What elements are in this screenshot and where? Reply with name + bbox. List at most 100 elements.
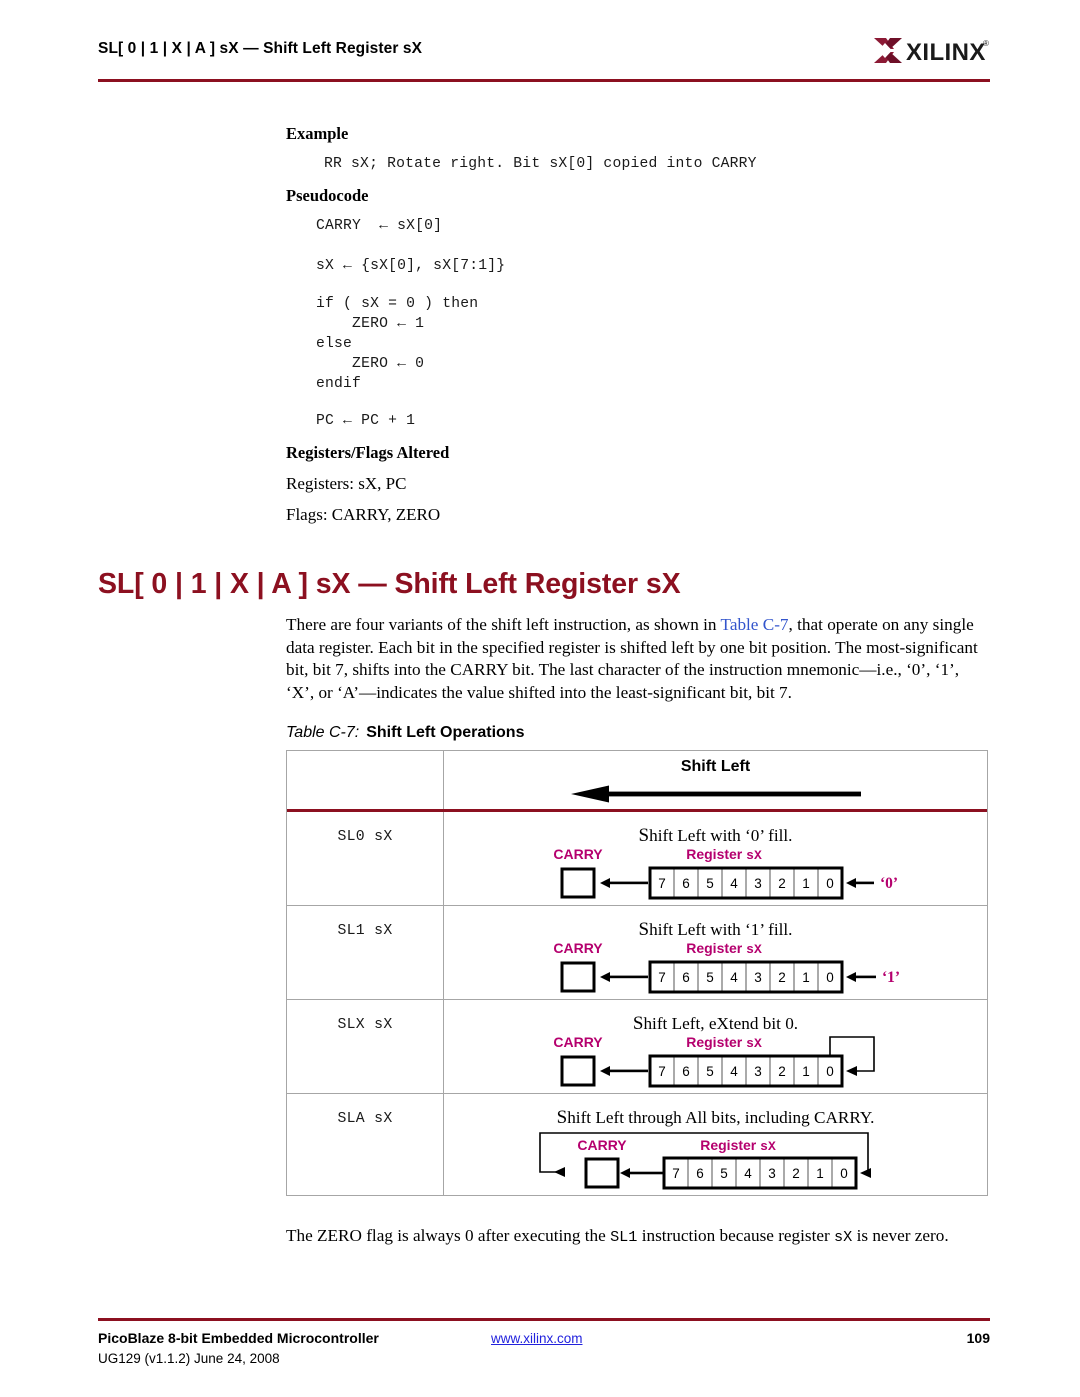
pseudocode-line-3: ZERO ← 1 [316, 316, 425, 332]
table-cell-mnemonic: SL0 sX [287, 812, 444, 905]
svg-text:5: 5 [706, 970, 714, 985]
svg-text:3: 3 [754, 876, 762, 891]
carry-label: CARRY [577, 1137, 627, 1153]
svg-text:3: 3 [768, 1166, 776, 1181]
svg-text:1: 1 [802, 876, 810, 891]
shift-left-operations-table: Shift Left SL0 sX Shift Left with ‘0’ fi… [286, 750, 988, 1196]
fill-label: ‘1’ [882, 969, 900, 986]
intro-paragraph: There are four variants of the shift lef… [286, 614, 990, 704]
svg-text:4: 4 [730, 876, 738, 891]
svg-text:5: 5 [720, 1166, 728, 1181]
desc-prefix: S [556, 1107, 568, 1128]
table-cell-operation: Shift Left with ‘0’ fill. CARRY Register… [444, 812, 987, 905]
svg-text:5: 5 [706, 876, 714, 891]
svg-text:0: 0 [826, 970, 834, 985]
footer-rule [98, 1318, 990, 1321]
pseudocode-heading: Pseudocode [286, 186, 369, 205]
note-text-2: instruction because register [637, 1226, 835, 1246]
svg-text:2: 2 [778, 1064, 786, 1079]
svg-text:2: 2 [778, 970, 786, 985]
table-row: SL1 sX Shift Left with ‘1’ fill. CARRY R… [287, 905, 987, 999]
svg-text:1: 1 [816, 1166, 824, 1181]
svg-text:4: 4 [730, 1064, 738, 1079]
svg-text:3: 3 [754, 970, 762, 985]
svg-text:6: 6 [682, 970, 690, 985]
mnemonic-sla: SLA sX [337, 1111, 393, 1127]
svg-text:0: 0 [840, 1166, 848, 1181]
carry-label: CARRY [553, 1034, 603, 1050]
table-header-cell-shift-left: Shift Left [444, 751, 987, 809]
page-footer: PicoBlaze 8-bit Embedded Microcontroller… [98, 1330, 990, 1376]
pseudocode-line-7: PC ← PC + 1 [316, 413, 416, 429]
svg-text:0: 0 [826, 1064, 834, 1079]
carry-label: CARRY [553, 940, 603, 956]
svg-text:7: 7 [658, 970, 666, 985]
zero-flag-note: The ZERO flag is always 0 after executin… [286, 1225, 990, 1249]
operation-description: Shift Left through All bits, including C… [444, 1107, 987, 1129]
header-rule [98, 79, 990, 82]
mnemonic-sl0: SL0 sX [337, 829, 393, 845]
register-diagram-sla: CARRY Register sX 7 6 5 4 3 2 1 0 [516, 1130, 916, 1196]
note-code-sl1: SL1 [610, 1228, 638, 1247]
operation-description: Shift Left with ‘0’ fill. [444, 825, 987, 847]
table-c7-link[interactable]: Table C-7 [721, 615, 789, 634]
table-header-row: Shift Left [287, 751, 987, 809]
header-title: SL[ 0 | 1 | X | A ] sX — Shift Left Regi… [98, 40, 423, 57]
footer-page-number: 109 [966, 1330, 990, 1346]
svg-text:6: 6 [682, 876, 690, 891]
desc-text: hift Left with ‘0’ fill. [649, 826, 793, 845]
xilinx-logo: XILINX ® [872, 34, 990, 68]
register-diagram-sl1: CARRY Register sX 7 6 5 4 3 2 1 0 ‘1’ [516, 939, 916, 1001]
footer-document-id: UG129 (v1.1.2) June 24, 2008 [98, 1351, 280, 1366]
table-row: SL0 sX Shift Left with ‘0’ fill. CARRY R… [287, 809, 987, 905]
operation-description: Shift Left, eXtend bit 0. [444, 1013, 987, 1035]
desc-prefix: S [632, 1013, 644, 1034]
svg-text:®: ® [983, 39, 989, 48]
svg-text:4: 4 [744, 1166, 752, 1181]
desc-text: hift Left through All bits, including CA… [567, 1108, 875, 1127]
register-label: Register sX [686, 846, 762, 863]
register-diagram-slx: CARRY Register sX 7 6 5 4 3 2 1 0 [516, 1033, 916, 1095]
intro-text-before: There are four variants of the shift lef… [286, 615, 721, 635]
shift-left-header-label: Shift Left [680, 758, 751, 775]
footer-url-link[interactable]: www.xilinx.com [491, 1331, 583, 1346]
registers-altered: Registers: sX, PC [286, 474, 407, 493]
mnemonic-slx: SLX sX [337, 1017, 393, 1033]
page-title: SL[ 0 | 1 | X | A ] sX — Shift Left Regi… [98, 568, 681, 601]
table-header-cell-blank [287, 751, 444, 809]
svg-text:7: 7 [658, 1064, 666, 1079]
register-diagram-sl0: CARRY Register sX 7 6 5 4 3 2 1 0 ‘0’ [516, 845, 916, 907]
table-row: SLA sX Shift Left through All bits, incl… [287, 1093, 987, 1195]
shift-left-arrow-icon [570, 785, 861, 803]
note-text-1: The ZERO flag is always 0 after executin… [286, 1226, 611, 1246]
svg-text:7: 7 [672, 1166, 680, 1181]
svg-text:2: 2 [792, 1166, 800, 1181]
xilinx-x-mark-icon [874, 38, 902, 63]
svg-text:XILINX: XILINX [906, 39, 986, 66]
table-cell-operation: Shift Left through All bits, including C… [444, 1094, 987, 1195]
flags-altered: Flags: CARRY, ZERO [286, 505, 441, 524]
page-header: SL[ 0 | 1 | X | A ] sX — Shift Left Regi… [98, 38, 990, 82]
operation-description: Shift Left with ‘1’ fill. [444, 919, 987, 941]
table-cell-operation: Shift Left, eXtend bit 0. CARRY Register… [444, 1000, 987, 1093]
note-text-3: is never zero. [852, 1226, 949, 1246]
mnemonic-sl1: SL1 sX [337, 923, 393, 939]
pseudocode-line-4: else [316, 336, 353, 352]
fill-label: ‘0’ [880, 875, 898, 892]
desc-text: hift Left, eXtend bit 0. [643, 1014, 799, 1033]
desc-prefix: S [638, 825, 650, 846]
svg-text:1: 1 [802, 970, 810, 985]
table-caption-text: Shift Left Operations [366, 724, 525, 741]
table-cell-operation: Shift Left with ‘1’ fill. CARRY Register… [444, 906, 987, 999]
register-label: Register sX [686, 940, 762, 957]
registers-flags-heading: Registers/Flags Altered [286, 443, 450, 462]
svg-text:2: 2 [778, 876, 786, 891]
carry-label: CARRY [553, 846, 603, 862]
svg-text:6: 6 [696, 1166, 704, 1181]
table-caption: Table C-7: Shift Left Operations [286, 722, 524, 742]
svg-text:4: 4 [730, 970, 738, 985]
pseudocode-line-1: sX ← {sX[0], sX[7:1]} [316, 258, 506, 274]
svg-text:5: 5 [706, 1064, 714, 1079]
svg-text:0: 0 [826, 876, 834, 891]
pseudocode-line-0: CARRY ← sX[0] [316, 218, 443, 234]
